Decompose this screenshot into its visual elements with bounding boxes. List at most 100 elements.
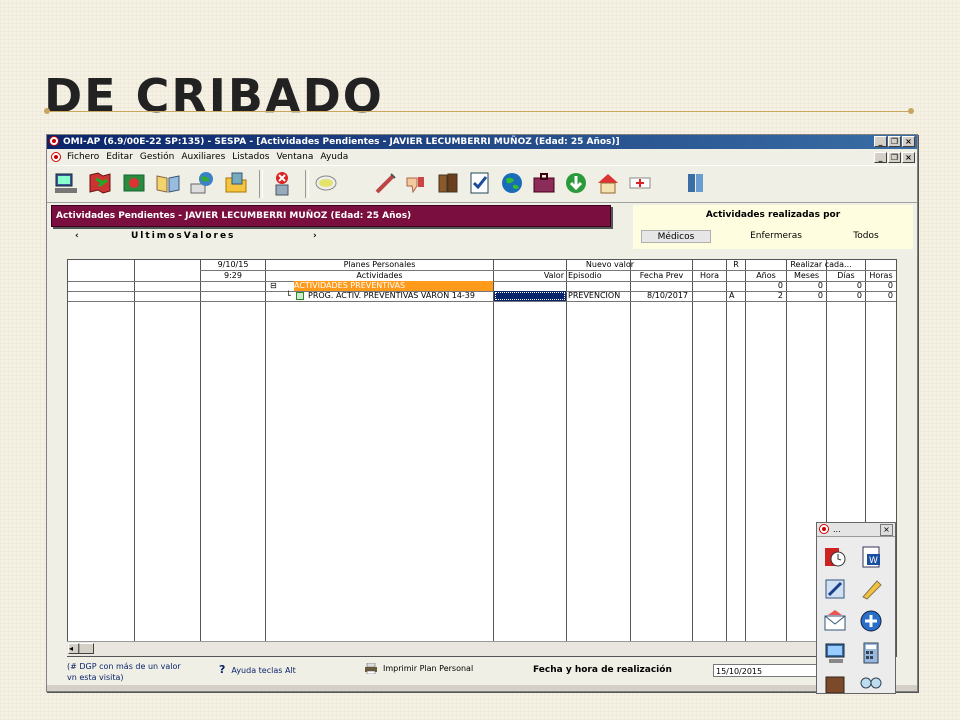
toolbar-separator (259, 170, 263, 198)
open-book-icon[interactable] (155, 170, 181, 196)
col-horas[interactable]: Horas (866, 271, 896, 281)
globe-icon[interactable] (189, 170, 215, 196)
pencil-icon[interactable] (859, 577, 883, 601)
status-bar (47, 685, 917, 691)
tab-todos[interactable]: Todos (821, 230, 911, 243)
title-dot-left (44, 108, 50, 114)
next-arrow[interactable]: › (313, 231, 317, 241)
menu-ayuda[interactable]: Ayuda (320, 150, 348, 164)
plus-icon[interactable] (859, 609, 883, 633)
folders-icon[interactable] (435, 170, 461, 196)
monitor-icon[interactable] (823, 641, 847, 665)
clock-icon[interactable] (823, 545, 847, 569)
menu-auxiliares[interactable]: Auxiliares (181, 150, 225, 164)
earth-icon[interactable] (499, 170, 525, 196)
row1-dias: 0 (856, 281, 862, 290)
row1-meses: 0 (817, 281, 823, 290)
col-actividades[interactable]: Actividades (266, 271, 493, 281)
table-row-actividad[interactable]: PROG. ACTIV. PREVENTIVAS VARON 14-39 (308, 291, 475, 301)
doc-minimize-button[interactable]: _ (874, 152, 887, 163)
close-button[interactable]: × (902, 136, 915, 147)
col-hora[interactable]: Hora (693, 271, 726, 281)
box-icon[interactable] (823, 671, 847, 694)
menu-gestion[interactable]: Gestión (140, 150, 174, 164)
minimize-button[interactable]: _ (874, 136, 887, 147)
folder-icon[interactable] (223, 170, 249, 196)
dgp-note-line1: (# DGP con más de un valor (67, 662, 181, 671)
valor-input[interactable] (494, 291, 566, 301)
window-titlebar[interactable]: OMI-AP (6.9/00E-22 SP:135) - SESPA - [Ac… (47, 135, 917, 149)
printer-icon (365, 662, 377, 675)
mail-icon[interactable] (823, 609, 847, 633)
toolbar-separator (305, 170, 309, 198)
activities-panel: Actividades realizadas por Médicos Enfer… (633, 205, 913, 249)
doc-restore-button[interactable]: ❐ (888, 152, 901, 163)
tree-collapse-toggle[interactable]: ⊟ (270, 281, 277, 291)
header-nuevo-valor: Nuevo valor (585, 260, 635, 269)
word-icon[interactable]: W (859, 545, 883, 569)
help-alt-keys[interactable]: ? Ayuda teclas Alt (219, 663, 296, 676)
menu-editar[interactable]: Editar (106, 150, 133, 164)
header-date: 9/10/15 (217, 260, 249, 269)
col-valor[interactable]: Valor (494, 271, 564, 281)
values-nav: ‹ UltimosValores › (51, 231, 611, 245)
palette-titlebar[interactable]: ... × (817, 523, 895, 537)
syringe-icon[interactable] (373, 170, 399, 196)
title-underline (44, 111, 914, 112)
tab-enfermeras[interactable]: Enfermeras (731, 230, 821, 243)
cancel-icon[interactable] (269, 170, 295, 196)
dgp-note-line2: vn esta visita) (67, 673, 124, 682)
door-icon[interactable] (683, 170, 709, 196)
print-label: Imprimir Plan Personal (383, 664, 474, 673)
row2-anos: 2 (777, 291, 783, 300)
col-episodio[interactable]: Episodio (568, 271, 630, 281)
header-planes: Planes Personales (343, 260, 416, 269)
briefcase-icon[interactable] (531, 170, 557, 196)
photo-icon[interactable] (121, 170, 147, 196)
bandage-icon[interactable] (627, 170, 653, 196)
pen-icon[interactable] (823, 577, 847, 601)
computer-icon[interactable] (53, 170, 79, 196)
glasses-icon[interactable] (859, 671, 883, 694)
house-icon[interactable] (595, 170, 621, 196)
palette-app-icon (819, 524, 829, 534)
row2-episodio: PREVENCION (568, 291, 621, 300)
doc-close-button[interactable]: × (902, 152, 915, 163)
thumb-down-icon[interactable] (403, 170, 429, 196)
col-fecha-prev[interactable]: Fecha Prev (631, 271, 692, 281)
row2-horas: 0 (887, 291, 893, 300)
title-dot-right (908, 108, 914, 114)
document-icon[interactable] (51, 152, 61, 162)
toolbar (47, 165, 917, 203)
map-icon[interactable] (87, 170, 113, 196)
col-dias[interactable]: Días (827, 271, 865, 281)
palette-close-button[interactable]: × (880, 524, 893, 536)
dgp-note: (# DGP con más de un valor vn esta visit… (67, 661, 181, 683)
restore-button[interactable]: ❐ (888, 136, 901, 147)
menu-ventana[interactable]: Ventana (276, 150, 313, 164)
print-plan-button[interactable]: Imprimir Plan Personal (365, 662, 474, 675)
check-icon[interactable] (467, 170, 493, 196)
scroll-left-button[interactable]: ◂▕ (68, 643, 94, 654)
prev-arrow[interactable]: ‹ (75, 231, 79, 241)
horizontal-scrollbar[interactable]: ◂▕ (67, 641, 895, 656)
palette-title: ... (833, 525, 841, 534)
table-row-actividad[interactable]: ACTIVIDADES PREVENTIVAS (294, 281, 493, 291)
col-anos[interactable]: Años (746, 271, 786, 281)
row1-anos: 0 (777, 281, 783, 290)
menu-bar: Fichero Editar Gestión Auxiliares Listad… (47, 150, 917, 164)
calculator-icon[interactable] (859, 641, 883, 665)
col-meses[interactable]: Meses (787, 271, 826, 281)
patient-band: Actividades Pendientes - JAVIER LECUMBER… (51, 205, 611, 227)
download-icon[interactable] (563, 170, 589, 196)
header-realizar: Realizar cada... (790, 260, 852, 269)
row2-dias: 0 (856, 291, 862, 300)
svg-text:W: W (869, 556, 878, 566)
menu-fichero[interactable]: Fichero (67, 150, 99, 164)
tape-icon[interactable] (313, 170, 339, 196)
tab-medicos[interactable]: Médicos (641, 230, 711, 243)
window-title: OMI-AP (6.9/00E-22 SP:135) - SESPA - [Ac… (63, 137, 620, 147)
date-input[interactable]: 15/10/2015 (713, 664, 817, 677)
header-time: 9:29 (224, 271, 242, 280)
menu-listados[interactable]: Listados (232, 150, 269, 164)
